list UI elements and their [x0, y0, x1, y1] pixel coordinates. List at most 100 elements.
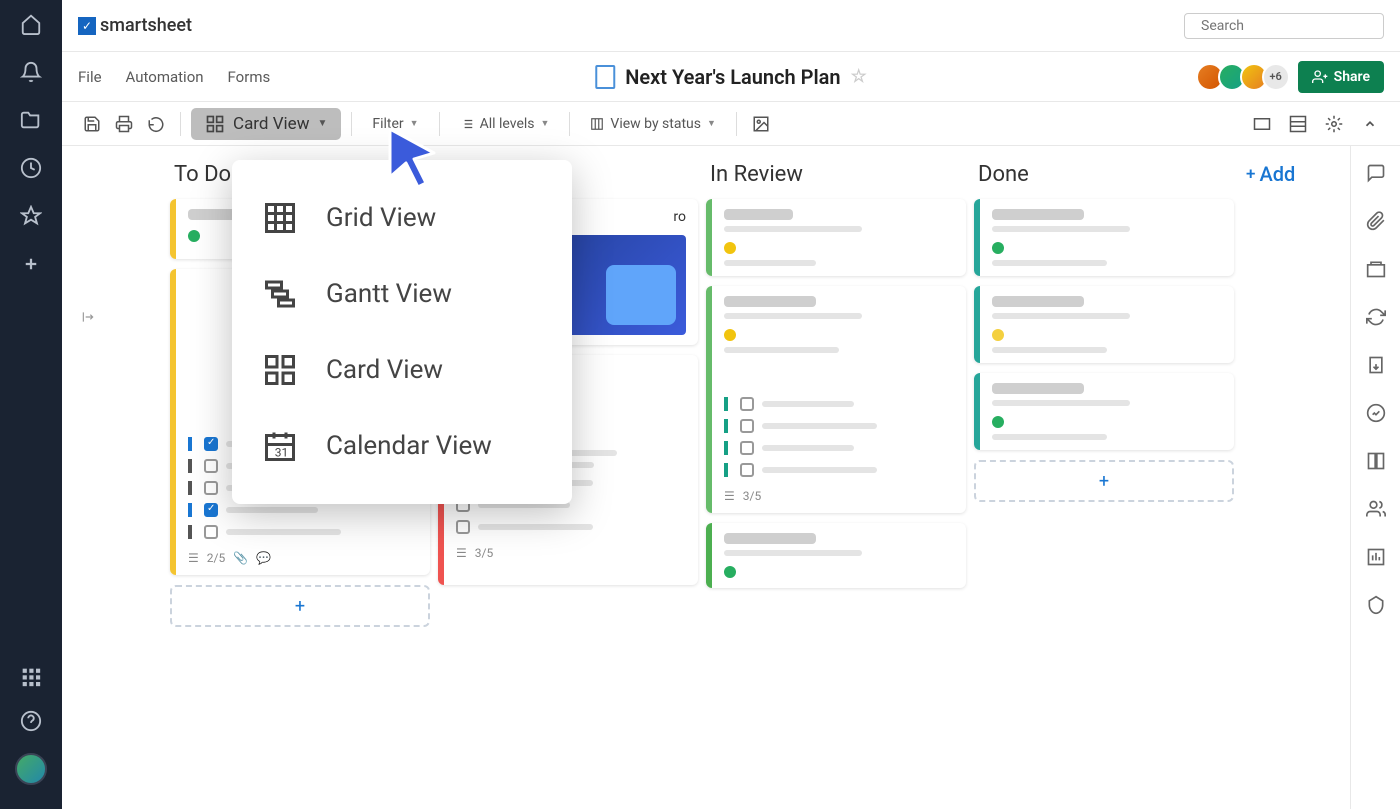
menubar: File Automation Forms Next Year's Launch… [62, 52, 1400, 102]
view-option-label: Card View [326, 355, 443, 385]
topbar: ✓ smartsheet [62, 0, 1400, 52]
attachment-icon: 📎 [233, 551, 248, 565]
view-option-card[interactable]: Card View [262, 332, 542, 408]
notifications-icon[interactable] [19, 60, 43, 84]
left-nav-rail [0, 0, 62, 809]
cursor-pointer-overlay [382, 125, 442, 185]
update-requests-icon[interactable] [1365, 306, 1387, 328]
add-card-button[interactable]: + [170, 585, 430, 627]
card-view-icon [262, 352, 298, 388]
add-column-button[interactable]: +Add [1242, 158, 1342, 198]
settings-icon[interactable] [1320, 110, 1348, 138]
view-option-grid[interactable]: Grid View [262, 180, 542, 256]
undo-icon[interactable] [142, 110, 170, 138]
sheet-title: Next Year's Launch Plan ☆ [595, 65, 866, 89]
main-area: ✓ smartsheet File Automation Forms Next … [62, 0, 1400, 809]
add-card-button[interactable]: + [974, 460, 1234, 502]
menu-automation[interactable]: Automation [126, 68, 204, 86]
image-icon[interactable] [747, 110, 775, 138]
brand-logo[interactable]: ✓ smartsheet [78, 15, 192, 36]
add-column[interactable]: +Add [1242, 158, 1342, 797]
reports-panel-icon[interactable] [1365, 546, 1387, 568]
card[interactable] [706, 523, 966, 588]
menu-forms[interactable]: Forms [228, 68, 271, 86]
comment-icon: 💬 [256, 551, 271, 565]
star-icon[interactable]: ☆ [851, 66, 867, 87]
collapse-icon[interactable] [1356, 110, 1384, 138]
column-done: Done [974, 158, 1234, 797]
brand-text: smartsheet [100, 15, 192, 36]
column-title: In Review [706, 158, 966, 199]
avatar-more[interactable]: +6 [1262, 63, 1290, 91]
subtask-count-icon: ☰ [724, 489, 735, 503]
view-switcher[interactable]: Card View ▼ [191, 108, 341, 140]
search-box[interactable] [1184, 13, 1384, 39]
right-rail [1350, 146, 1400, 809]
svg-text:31: 31 [275, 446, 289, 460]
view-option-label: Gantt View [326, 279, 452, 309]
sheet-title-text: Next Year's Launch Plan [625, 65, 840, 89]
add-column-label: Add [1259, 162, 1295, 186]
subtask-count: 3/5 [475, 546, 493, 560]
levels-button[interactable]: All levels ▼ [450, 116, 560, 132]
favorites-icon[interactable] [19, 204, 43, 228]
logo-mark-icon: ✓ [78, 17, 96, 35]
help-icon[interactable] [19, 709, 43, 733]
attachments-panel-icon[interactable] [1365, 210, 1387, 232]
card[interactable] [974, 286, 1234, 363]
card-footer: ☰ 2/5 📎 💬 [188, 551, 418, 565]
share-label: Share [1334, 69, 1370, 85]
document-icon [595, 65, 615, 89]
chevron-down-icon: ▼ [317, 118, 327, 129]
card-view-icon [205, 114, 225, 134]
user-avatar[interactable] [15, 753, 47, 785]
card[interactable]: ☰ 3/5 [706, 286, 966, 513]
viewby-label: View by status [610, 116, 701, 132]
card-layout-icon[interactable] [1248, 110, 1276, 138]
comments-panel-icon[interactable] [1365, 162, 1387, 184]
view-option-gantt[interactable]: Gantt View [262, 256, 542, 332]
column-title: Done [974, 158, 1234, 199]
gantt-view-icon [262, 276, 298, 312]
viewby-button[interactable]: View by status ▼ [580, 116, 725, 132]
expand-panel-icon[interactable] [80, 310, 96, 324]
publish-panel-icon[interactable] [1365, 354, 1387, 376]
subtask-count: 2/5 [207, 551, 225, 565]
grid-view-icon [262, 200, 298, 236]
card[interactable] [974, 373, 1234, 450]
save-icon[interactable] [78, 110, 106, 138]
apps-grid-icon[interactable] [19, 665, 43, 689]
home-icon[interactable] [19, 12, 43, 36]
view-dropdown-menu: Grid View Gantt View Card View 31 Calend… [232, 160, 572, 504]
collaborator-avatars[interactable]: +6 [1202, 63, 1290, 91]
share-button[interactable]: Share [1298, 61, 1384, 93]
subtask-count-icon: ☰ [188, 551, 199, 565]
chevron-down-icon: ▼ [707, 118, 716, 129]
list-icon [460, 117, 474, 131]
add-icon[interactable] [19, 252, 43, 276]
workapp-panel-icon[interactable] [1365, 594, 1387, 616]
activity-panel-icon[interactable] [1365, 402, 1387, 424]
view-option-calendar[interactable]: 31 Calendar View [262, 408, 542, 484]
menu-file[interactable]: File [78, 68, 102, 86]
card-footer: ☰ 3/5 [724, 489, 954, 503]
summary-panel-icon[interactable] [1365, 450, 1387, 472]
share-icon [1312, 69, 1328, 85]
folder-icon[interactable] [19, 108, 43, 132]
view-label: Card View [233, 114, 309, 134]
toolbar: Card View ▼ Filter ▼ All levels ▼ View b… [62, 102, 1400, 146]
print-icon[interactable] [110, 110, 138, 138]
proofs-panel-icon[interactable] [1365, 258, 1387, 280]
recent-icon[interactable] [19, 156, 43, 180]
subtask-count: 3/5 [743, 489, 761, 503]
card[interactable] [974, 199, 1234, 276]
card[interactable] [706, 199, 966, 276]
column-inreview: In Review [706, 158, 966, 797]
people-panel-icon[interactable] [1365, 498, 1387, 520]
subtask-count-icon: ☰ [456, 546, 467, 560]
levels-label: All levels [480, 116, 535, 132]
search-input[interactable] [1201, 18, 1379, 34]
chevron-down-icon: ▼ [541, 118, 550, 129]
row-layout-icon[interactable] [1284, 110, 1312, 138]
card-footer: ☰ 3/5 [456, 546, 686, 560]
